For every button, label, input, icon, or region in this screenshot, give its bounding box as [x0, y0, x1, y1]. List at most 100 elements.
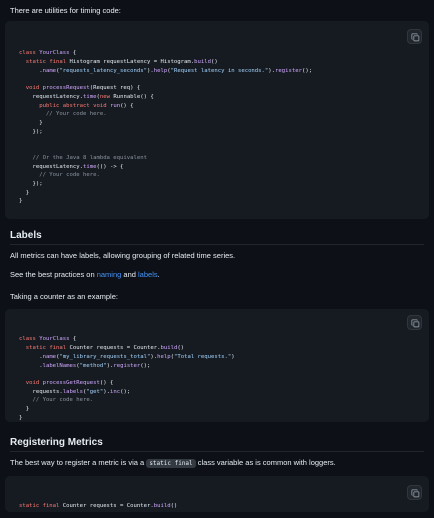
code-token: Runnable() { [113, 93, 154, 100]
code-token: } [19, 406, 30, 413]
code-token: Histogram requestLatency = Histogram. [69, 59, 195, 66]
code-token: time [83, 163, 97, 170]
code-token: . [19, 67, 43, 74]
code-token: time [83, 93, 97, 100]
code-content: class YourClass { static final Histogram… [19, 49, 429, 206]
code-token: "get" [86, 388, 104, 395]
code-token: "my_library_requests_total" [59, 353, 151, 360]
code-token: } [19, 198, 23, 205]
code-token: void [25, 379, 43, 386]
code-token: () [177, 345, 185, 352]
code-token: processRequest [42, 85, 90, 92]
code-token: } [19, 120, 43, 127]
code-token: (); [120, 388, 131, 395]
text-fragment: . [157, 270, 160, 279]
registering-description: The best way to register a metric is via… [10, 458, 336, 469]
code-token: { [69, 336, 77, 343]
code-token: Counter requests = Counter. [69, 345, 161, 352]
labels-description: All metrics can have labels, allowing gr… [10, 251, 236, 260]
inline-code: static final [146, 459, 196, 468]
code-token: ). [147, 67, 154, 74]
code-token: name [42, 353, 57, 360]
code-token: ). [103, 388, 110, 395]
text-fragment: class variable as is common with loggers… [195, 458, 336, 467]
code-token: (Request req) { [89, 85, 141, 92]
intro-text: There are utilities for timing code: [10, 6, 121, 15]
code-token: build [153, 503, 171, 510]
code-token: "Request latency in seconds." [170, 67, 269, 74]
copy-icon [410, 32, 419, 41]
text-fragment: and [121, 270, 139, 279]
link-labels[interactable]: labels [138, 270, 158, 279]
code-token: ) [231, 353, 235, 360]
heading-divider [10, 451, 424, 452]
code-token: () { [99, 379, 114, 386]
code-token: requests. [19, 388, 63, 395]
code-token: labelNames [42, 362, 77, 369]
code-token: requestLatency. [19, 163, 83, 170]
code-token: register [113, 362, 141, 369]
code-token: }); [19, 128, 43, 135]
code-token: "Total requests." [173, 353, 232, 360]
code-token: } [19, 414, 23, 421]
code-token: "requests_latency_seconds" [59, 67, 147, 74]
code-token: () [210, 59, 218, 66]
code-token: requestLatency. [19, 93, 83, 100]
code-token: help [153, 67, 168, 74]
text-fragment: The best way to register a metric is via… [10, 458, 147, 467]
copy-icon [410, 488, 419, 497]
copy-button[interactable] [407, 315, 422, 330]
code-token: } [19, 189, 30, 196]
copy-icon [410, 318, 419, 327]
code-token: static final [25, 345, 70, 352]
code-token: build [194, 59, 211, 66]
code-token: YourClass [39, 50, 70, 57]
code-token: . [19, 362, 43, 369]
code-token: class [19, 336, 40, 343]
section-heading-registering: Registering Metrics [10, 437, 103, 448]
code-token: // Or the Java 8 lambda equivalent [19, 154, 147, 161]
code-token: // Your code here. [19, 172, 100, 179]
best-practices-text: See the best practices on naming and lab… [10, 270, 160, 280]
code-token: labels [62, 388, 83, 395]
code-token: inc [109, 388, 121, 395]
code-block-labels: class YourClass { static final Counter r… [5, 309, 429, 422]
code-token: . [19, 353, 43, 360]
link-naming[interactable]: naming [97, 270, 122, 279]
code-token: run [109, 102, 121, 109]
code-token: void [25, 85, 43, 92]
code-token: "method" [79, 362, 107, 369]
code-token: static final [25, 59, 70, 66]
code-token: YourClass [39, 336, 70, 343]
code-token: (() -> { [96, 163, 124, 170]
code-token: build [160, 345, 178, 352]
section-heading-labels: Labels [10, 230, 42, 241]
code-token: static final [19, 503, 63, 510]
code-token: class [19, 50, 40, 57]
code-token: (); [301, 67, 313, 74]
heading-divider [10, 244, 424, 245]
code-content: class YourClass { static final Counter r… [19, 335, 429, 422]
copy-button[interactable] [407, 29, 422, 44]
code-token: { [69, 50, 77, 57]
copy-button[interactable] [407, 485, 422, 500]
code-token: // Your code here. [19, 111, 107, 118]
counter-example-text: Taking a counter as an example: [10, 292, 118, 301]
code-content: static final Counter requests = Counter.… [19, 502, 429, 512]
code-token: public abstract void [39, 102, 110, 109]
docs-page: There are utilities for timing code: cla… [0, 0, 434, 518]
code-block-timing: class YourClass { static final Histogram… [5, 21, 429, 219]
code-token: new [99, 93, 114, 100]
code-token: }); [19, 180, 43, 187]
code-token: processGetRequest [42, 379, 100, 386]
code-token: // Your code here. [19, 397, 94, 404]
code-token: name [42, 67, 57, 74]
code-token: Counter requests = Counter. [62, 503, 154, 510]
code-token: () { [120, 102, 134, 109]
code-token: (); [140, 362, 151, 369]
